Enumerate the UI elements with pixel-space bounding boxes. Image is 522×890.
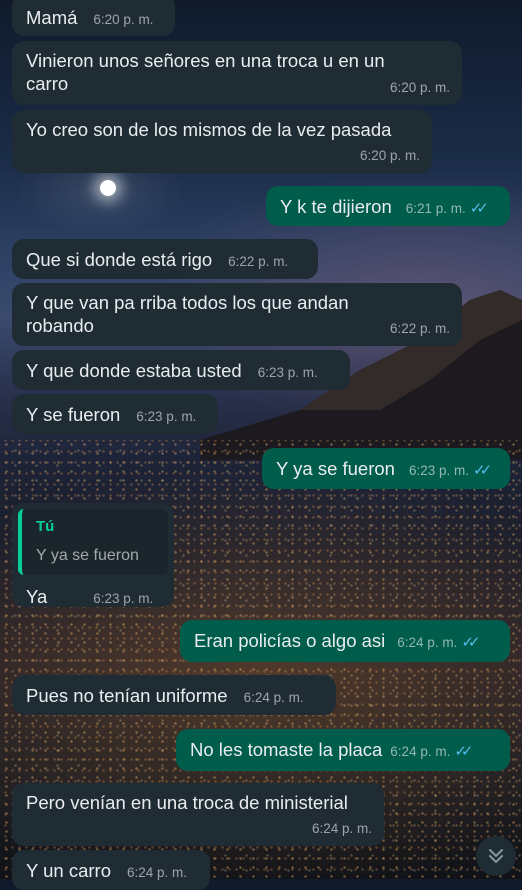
message-time: 6:22 p. m. (389, 321, 450, 336)
message-time: 6:23 p. m. (93, 591, 154, 606)
incoming-message[interactable]: Vinieron unos señores en una troca u en … (12, 41, 462, 105)
reply-text: Y ya se fueron (36, 547, 139, 564)
double-chevron-down-icon (489, 849, 503, 863)
read-receipt-icon: ✓✓ (469, 200, 489, 217)
moon-decoration (100, 180, 116, 196)
read-receipt-icon: ✓✓ (454, 743, 473, 760)
message-text: Vinieron unos señores en una troca u en … (26, 50, 390, 94)
incoming-message[interactable]: Y que van pa rriba todos los que andan r… (12, 283, 462, 346)
message-text: Yo creo son de los mismos de la vez pasa… (26, 119, 392, 140)
outgoing-message[interactable]: Y ya se fueron 6:23 p. m. ✓✓ (262, 448, 510, 489)
message-time: 6:21 p. m. (405, 201, 466, 216)
message-time: 6:24 p. m. (390, 744, 451, 759)
message-text: Que si donde está rigo (26, 249, 213, 270)
incoming-message[interactable]: Pero venían en una troca de ministerial … (12, 783, 384, 846)
message-time: 6:20 p. m. (389, 80, 450, 95)
message-time: 6:20 p. m. (359, 148, 420, 163)
message-time: 6:23 p. m. (136, 409, 197, 424)
incoming-message[interactable]: Y que donde estaba usted 6:23 p. m. (12, 350, 350, 390)
message-text: Mamá (26, 7, 78, 28)
message-text: Pero venían en una troca de ministerial (26, 792, 348, 813)
incoming-message[interactable]: Yo creo son de los mismos de la vez pasa… (12, 110, 432, 173)
incoming-message[interactable]: Y se fueron 6:23 p. m. (12, 394, 218, 434)
outgoing-message[interactable]: Y k te dijieron 6:21 p. m. ✓✓ (266, 186, 510, 226)
incoming-message[interactable]: Pues no tenían uniforme 6:24 p. m. (12, 675, 336, 715)
incoming-message[interactable]: Que si donde está rigo 6:22 p. m. (12, 239, 318, 279)
message-text: Ya (26, 586, 48, 607)
message-text: Y ya se fueron (276, 458, 395, 479)
incoming-message[interactable]: Mamá 6:20 p. m. (12, 0, 175, 36)
message-text: Y que donde estaba usted (26, 360, 242, 381)
scroll-to-bottom-button[interactable] (476, 836, 516, 876)
message-text: Eran policías o algo asi (194, 630, 386, 651)
message-time: 6:22 p. m. (228, 254, 289, 269)
message-time: 6:20 p. m. (93, 12, 154, 27)
message-time: 6:23 p. m. (408, 463, 470, 478)
message-time: 6:24 p. m. (243, 690, 304, 705)
message-text: Pues no tenían uniforme (26, 685, 228, 706)
outgoing-message[interactable]: No les tomaste la placa 6:24 p. m. ✓✓ (176, 729, 510, 771)
message-text: Y se fueron (26, 404, 121, 425)
incoming-message[interactable]: Y un carro 6:24 p. m. (12, 850, 210, 890)
message-time: 6:23 p. m. (257, 365, 318, 380)
message-text: Y k te dijieron (280, 196, 392, 217)
quoted-reply[interactable]: Tú Y ya se fueron (18, 509, 168, 575)
read-receipt-icon: ✓✓ (473, 462, 492, 479)
read-receipt-icon: ✓✓ (461, 634, 480, 651)
message-time: 6:24 p. m. (311, 821, 372, 836)
reply-author: Tú (36, 518, 55, 535)
message-text: Y que van pa rriba todos los que andan r… (26, 292, 354, 336)
message-time: 6:24 p. m. (397, 635, 458, 650)
message-time: 6:24 p. m. (127, 865, 188, 880)
incoming-message-with-reply[interactable]: Tú Y ya se fueron Ya 6:23 p. m. (12, 503, 174, 607)
outgoing-message[interactable]: Eran policías o algo asi 6:24 p. m. ✓✓ (180, 620, 510, 662)
message-text: No les tomaste la placa (190, 739, 383, 760)
